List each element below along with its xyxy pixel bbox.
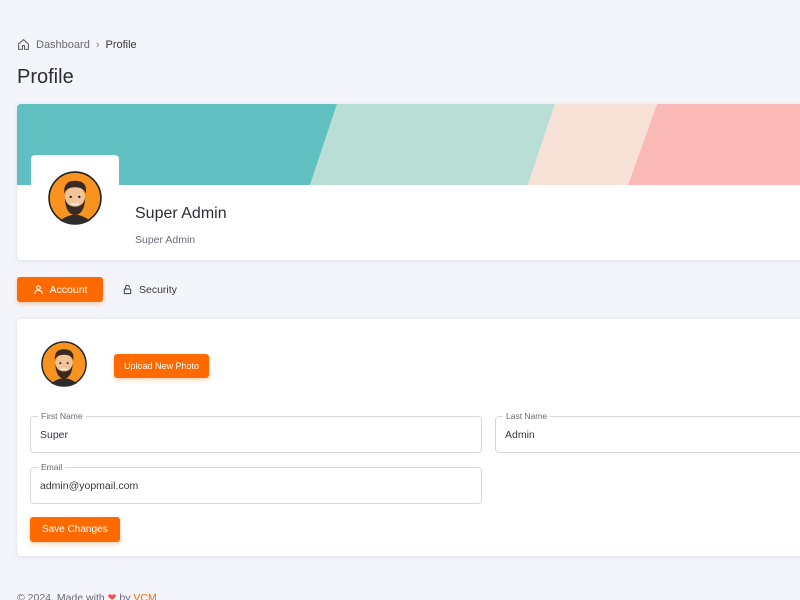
page-footer: © 2024, Made with ❤ by VCM bbox=[17, 592, 157, 600]
account-avatar bbox=[41, 341, 87, 387]
profile-role: Super Admin bbox=[135, 234, 196, 246]
profile-banner bbox=[17, 104, 800, 185]
breadcrumb: Dashboard › Profile bbox=[17, 38, 137, 51]
first-name-input[interactable] bbox=[40, 417, 472, 452]
tab-account[interactable]: Account bbox=[17, 277, 103, 302]
footer-by: by bbox=[119, 592, 131, 600]
email-input[interactable] bbox=[40, 468, 472, 503]
user-icon bbox=[33, 285, 43, 295]
tab-account-label: Account bbox=[49, 283, 88, 296]
last-name-input[interactable] bbox=[505, 417, 800, 452]
home-icon[interactable] bbox=[17, 38, 30, 51]
profile-header-card: Super Admin Super Admin bbox=[17, 104, 800, 260]
upload-photo-button[interactable]: Upload New Photo bbox=[114, 354, 210, 378]
tab-security-label: Security bbox=[139, 283, 177, 296]
lock-icon bbox=[123, 284, 132, 295]
footer-brand-link[interactable]: VCM bbox=[133, 592, 156, 600]
breadcrumb-link-dashboard[interactable]: Dashboard bbox=[36, 39, 90, 51]
breadcrumb-current: Profile bbox=[105, 38, 137, 51]
bearded-man-avatar-icon bbox=[48, 171, 102, 225]
profile-page: Dashboard › Profile Profile Super Admin … bbox=[0, 0, 800, 600]
first-name-field: First Name bbox=[30, 411, 482, 453]
profile-tabs: Account Security bbox=[17, 277, 190, 302]
profile-name: Super Admin bbox=[135, 205, 227, 222]
page-title: Profile bbox=[17, 66, 74, 88]
breadcrumb-separator: › bbox=[95, 38, 100, 51]
tab-security[interactable]: Security bbox=[109, 277, 190, 302]
save-changes-button[interactable]: Save Changes bbox=[30, 517, 120, 542]
account-form-card: Upload New Photo First Name Last Name Em… bbox=[17, 319, 800, 556]
footer-prefix: © 2024, Made with bbox=[17, 592, 105, 600]
heart-icon: ❤ bbox=[107, 592, 117, 600]
email-field: Email bbox=[30, 462, 482, 504]
last-name-field: Last Name bbox=[495, 411, 800, 453]
profile-avatar bbox=[31, 155, 119, 241]
bearded-man-avatar-icon bbox=[41, 341, 87, 387]
